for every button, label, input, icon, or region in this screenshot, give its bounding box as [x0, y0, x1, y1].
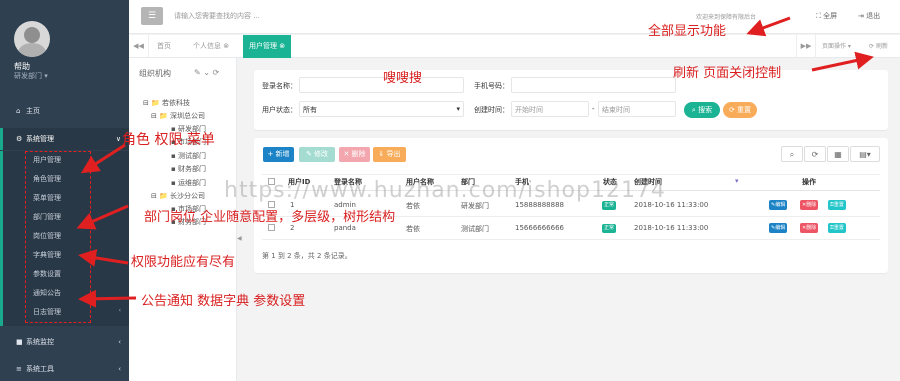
- arrow-fullscreen: [746, 16, 791, 37]
- arrow-refresh: [811, 51, 874, 72]
- arrow-role: [80, 143, 126, 174]
- annotation-arrows: [76, 16, 874, 308]
- arrow-dept: [76, 204, 129, 230]
- arrow-notice: [78, 289, 137, 308]
- arrow-perm: [78, 248, 129, 267]
